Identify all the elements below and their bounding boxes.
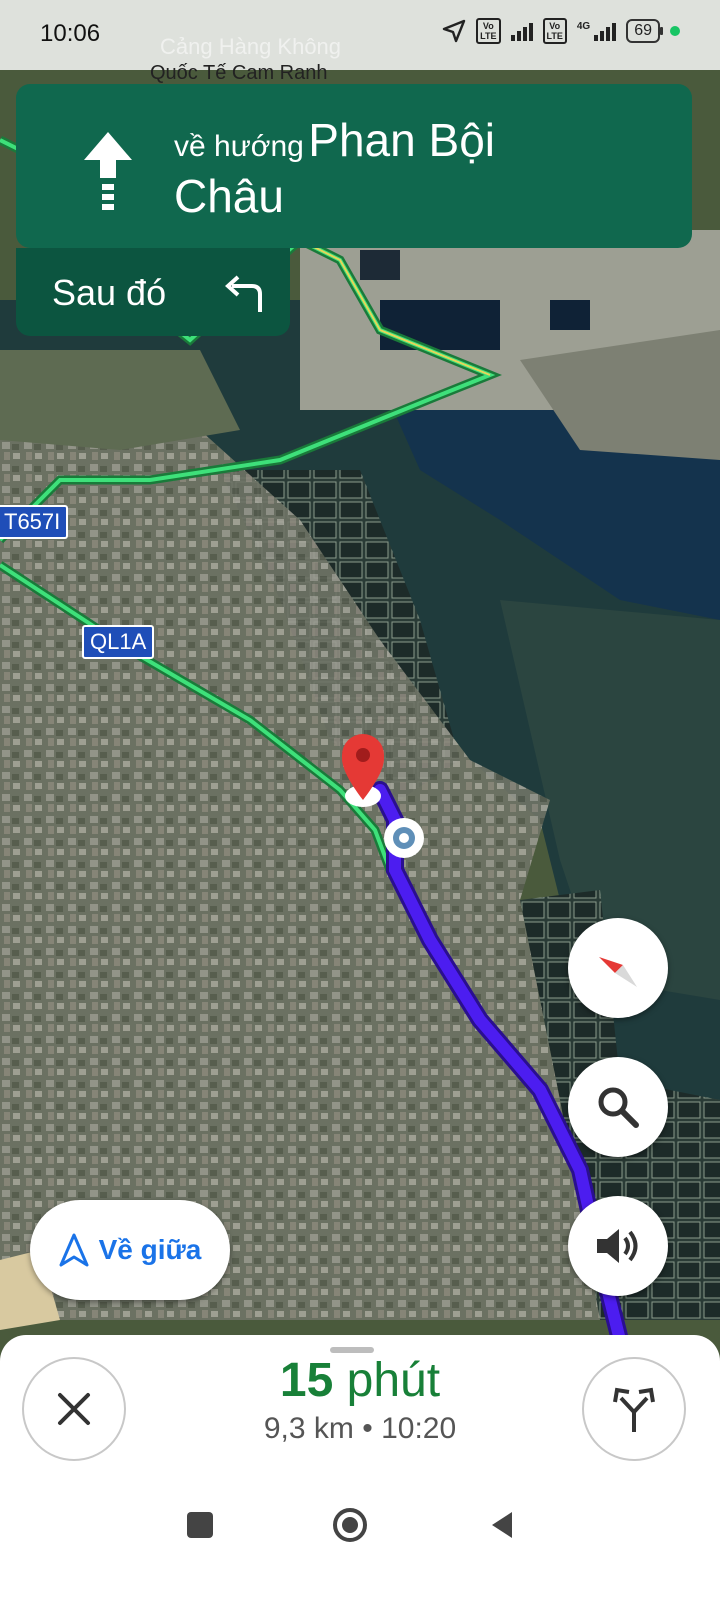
sound-button[interactable] [568, 1196, 668, 1296]
duration-unit: phút [346, 1354, 441, 1407]
direction-prefix: về hướng [174, 130, 304, 163]
square-icon [187, 1512, 213, 1538]
volume-icon [597, 1229, 638, 1263]
signal-icon [510, 21, 533, 41]
status-time: 10:06 [40, 20, 101, 47]
trip-bottom-sheet[interactable]: 15 phút 9,3 km • 10:20 [0, 1335, 720, 1599]
location-icon [442, 19, 466, 43]
destination-pin-icon[interactable] [341, 734, 385, 807]
navigation-arrow-icon [59, 1233, 89, 1267]
current-location-icon [384, 818, 424, 858]
route-split-icon [613, 1387, 655, 1432]
navigation-instruction-card[interactable]: về hướng Phan Bội Châu [16, 84, 692, 248]
map-place-label-faded: Cảng Hàng Không [160, 34, 342, 59]
road-shield-ql1a: QL1A [82, 625, 155, 659]
exit-navigation-button[interactable] [22, 1357, 126, 1461]
status-bar: 10:06 Cảng Hàng Không Vo LTE Vo LTE 4G 69 [0, 0, 720, 70]
street-name-line2: Châu [174, 170, 284, 222]
search-button[interactable] [568, 1057, 668, 1157]
street-name-line1: Phan Bội [308, 114, 495, 166]
next-maneuver-card[interactable]: Sau đó [16, 248, 290, 336]
home-circle-icon [333, 1508, 367, 1542]
separator: • [362, 1412, 373, 1445]
recenter-label: Về giữa [98, 1234, 202, 1265]
turn-left-icon [225, 275, 262, 312]
then-label: Sau đó [52, 272, 167, 313]
volte-icon: Vo LTE [476, 18, 501, 44]
compass-icon [599, 957, 637, 987]
trip-distance: 9,3 km [263, 1412, 354, 1445]
compass-button[interactable] [568, 918, 668, 1018]
close-icon [58, 1393, 90, 1425]
straight-arrow-icon [84, 132, 132, 210]
privacy-indicator-icon [670, 26, 680, 36]
map-place-label: Quốc Tế Cam Ranh [150, 62, 328, 84]
status-icons: Vo LTE Vo LTE 4G 69 [442, 18, 680, 44]
network-type: 4G [576, 20, 591, 32]
recenter-button[interactable]: Về giữa [30, 1200, 230, 1300]
signal-icon-2 [594, 21, 617, 41]
recent-apps-button[interactable] [180, 1505, 220, 1545]
volte-icon-2: Vo LTE [542, 18, 567, 44]
duration-value: 15 [279, 1354, 334, 1407]
back-button[interactable] [482, 1505, 522, 1545]
back-triangle-icon [492, 1512, 512, 1538]
alternate-routes-button[interactable] [582, 1357, 686, 1461]
trip-summary: 15 phút 9,3 km • 10:20 [180, 1353, 540, 1446]
search-icon [598, 1087, 639, 1128]
arrival-time: 10:20 [381, 1412, 457, 1445]
road-shield-t657i: T657I [0, 505, 69, 539]
battery-icon: 69 [626, 19, 663, 43]
home-button[interactable] [330, 1505, 370, 1545]
